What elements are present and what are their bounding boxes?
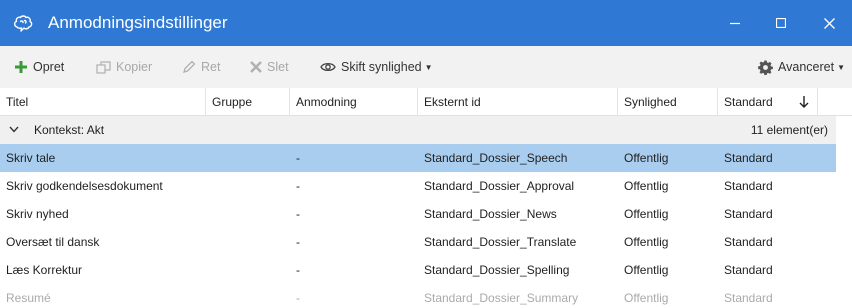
cell-visibility: Offentlig [624, 235, 669, 249]
eye-icon [320, 62, 336, 72]
cell-title: Oversæt til dansk [6, 235, 100, 249]
maximize-icon [776, 18, 786, 28]
close-button[interactable] [806, 0, 852, 46]
group-count: 11 element(er) [750, 123, 828, 137]
cell-request: - [296, 207, 300, 221]
delete-button[interactable]: Slet [250, 46, 289, 88]
sort-descending-icon [799, 96, 809, 108]
advanced-label: Avanceret [778, 60, 835, 74]
cell-visibility: Offentlig [624, 151, 669, 165]
caret-down-icon: ▼ [837, 62, 845, 72]
window-title: Anmodningsindstillinger [48, 13, 228, 32]
cell-external-id: Standard_Dossier_Translate [424, 235, 577, 249]
table-row[interactable]: Oversæt til dansk - Standard_Dossier_Tra… [0, 228, 836, 256]
cell-external-id: Standard_Dossier_Speech [424, 151, 568, 165]
create-button[interactable]: Opret [14, 46, 64, 88]
cell-external-id: Standard_Dossier_News [424, 207, 557, 221]
cell-standard: Standard [724, 207, 773, 221]
cell-external-id: Standard_Dossier_Summary [424, 291, 579, 305]
close-icon [823, 17, 835, 29]
toolbar: Opret Kopier Ret Slet Skift synlighed ▼ … [0, 46, 852, 88]
column-header-external-id[interactable]: Eksternt id [418, 88, 618, 116]
cell-request: - [296, 263, 300, 277]
table-body: Skriv tale - Standard_Dossier_Speech Off… [0, 144, 836, 308]
cell-standard: Standard [724, 151, 773, 165]
cell-title: Læs Korrektur [6, 263, 83, 277]
cell-request: - [296, 291, 300, 305]
cell-request: - [296, 179, 300, 193]
group-label: Kontekst: Akt [34, 123, 105, 137]
table-row[interactable]: Skriv tale - Standard_Dossier_Speech Off… [0, 144, 836, 172]
delete-icon [250, 61, 262, 73]
column-header-title[interactable]: Titel [0, 88, 206, 116]
cell-external-id: Standard_Dossier_Spelling [424, 263, 570, 277]
copy-icon [96, 60, 111, 74]
cell-request: - [296, 151, 300, 165]
table-row[interactable]: Læs Korrektur - Standard_Dossier_Spellin… [0, 256, 836, 284]
vertical-scrollbar[interactable] [836, 116, 852, 308]
cell-standard: Standard [724, 291, 773, 305]
pencil-icon [183, 60, 196, 73]
cell-visibility: Offentlig [624, 207, 669, 221]
cell-visibility: Offentlig [624, 263, 669, 277]
copy-button[interactable]: Kopier [96, 46, 152, 88]
chevron-down-icon[interactable] [9, 126, 19, 133]
column-header-visibility[interactable]: Synlighed [618, 88, 718, 116]
cell-standard: Standard [724, 179, 773, 193]
minimize-icon [730, 22, 740, 25]
group-row[interactable]: Kontekst: Akt 11 element(er) [0, 116, 836, 144]
cell-visibility: Offentlig [624, 179, 669, 193]
delete-label: Slet [267, 60, 289, 74]
column-header-group[interactable]: Gruppe [206, 88, 290, 116]
table-row[interactable]: Resumé - Standard_Dossier_Summary Offent… [0, 284, 836, 308]
plus-icon [15, 61, 27, 73]
toggle-visibility-dropdown[interactable]: Skift synlighed ▼ [320, 46, 433, 88]
cell-request: - [296, 235, 300, 249]
create-label: Opret [33, 60, 65, 74]
cell-title: Skriv godkendelsesdokument [6, 179, 163, 193]
cell-title: Skriv tale [6, 151, 56, 165]
cell-standard: Standard [724, 235, 773, 249]
maximize-button[interactable] [758, 0, 804, 46]
title-bar: Anmodningsindstillinger [0, 0, 852, 46]
minimize-button[interactable] [712, 0, 758, 46]
edit-button[interactable]: Ret [182, 46, 220, 88]
column-header-row: Titel Gruppe Anmodning Eksternt id Synli… [0, 88, 852, 116]
cell-title: Resumé [6, 291, 51, 305]
visibility-label: Skift synlighed [341, 60, 422, 74]
brain-icon [12, 12, 34, 34]
column-header-request[interactable]: Anmodning [290, 88, 418, 116]
caret-down-icon: ▼ [424, 62, 433, 72]
advanced-dropdown[interactable]: Avanceret ▼ [758, 46, 845, 88]
cell-external-id: Standard_Dossier_Approval [424, 179, 575, 193]
table-row[interactable]: Skriv godkendelsesdokument - Standard_Do… [0, 172, 836, 200]
gear-icon [758, 59, 773, 75]
copy-label: Kopier [116, 60, 153, 74]
edit-label: Ret [201, 60, 221, 74]
cell-standard: Standard [724, 263, 773, 277]
cell-title: Skriv nyhed [6, 207, 69, 221]
table-row[interactable]: Skriv nyhed - Standard_Dossier_News Offe… [0, 200, 836, 228]
cell-visibility: Offentlig [624, 291, 669, 305]
